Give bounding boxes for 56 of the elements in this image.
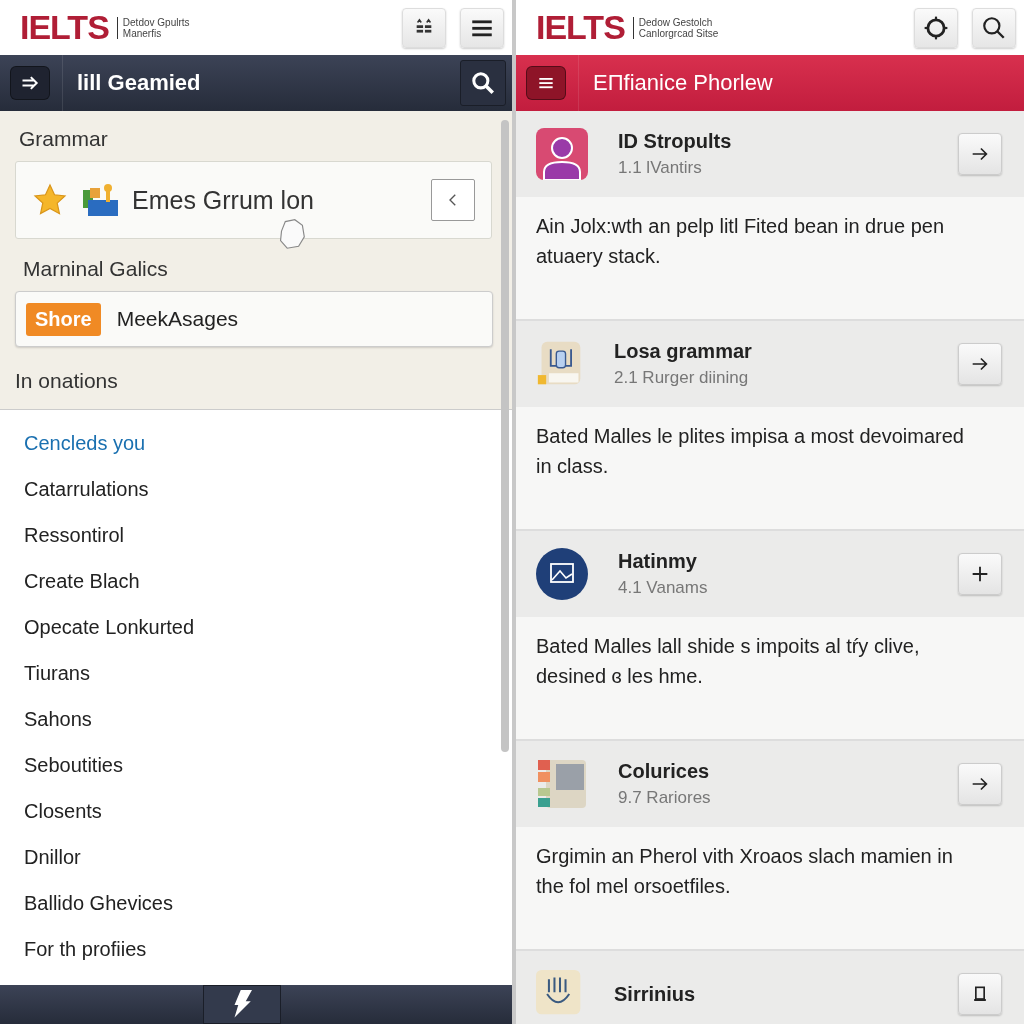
- menu-button[interactable]: [460, 7, 504, 48]
- list-item[interactable]: Seboutities: [24, 742, 512, 788]
- search-button[interactable]: [460, 60, 506, 106]
- tagline: Dedow Gestolch Canlorgrcad Sitse: [632, 16, 719, 39]
- list-item[interactable]: Ballido Ghevices: [24, 880, 512, 926]
- tagline: Detdov Gpulrts Manerfis: [116, 16, 190, 39]
- device-button[interactable]: [958, 973, 1002, 1015]
- card-description: Grgimin an Pherol vith Xroaos slach mamien in the fol mel orsoetfiles.: [536, 844, 954, 899]
- menu-button[interactable]: [526, 66, 566, 100]
- list-item[interactable]: Closents: [24, 788, 512, 834]
- card-title: Losa grammar: [614, 340, 753, 363]
- search-icon: [981, 14, 1007, 41]
- settings-button[interactable]: [914, 7, 958, 48]
- person-icon: [536, 128, 588, 180]
- section-heading: In onations: [15, 369, 119, 393]
- forward-button[interactable]: [10, 66, 50, 100]
- list-item[interactable]: Catarrulations: [24, 466, 512, 512]
- palette-icon: [536, 758, 588, 810]
- settings-icon: [923, 14, 949, 41]
- card-description: Ain Jolx:wth an pelp litl Fited bean in drue pen atuaery stack.: [536, 214, 946, 269]
- section-heading: Marninal Galics: [22, 257, 169, 281]
- grid-button[interactable]: [402, 7, 446, 48]
- image-icon: [536, 548, 588, 600]
- logo-text: IELTS: [536, 8, 625, 47]
- list-item[interactable]: Sahons: [24, 696, 512, 742]
- card-title: MeekAsages: [116, 307, 239, 331]
- back-button[interactable]: [431, 179, 475, 221]
- arrow-button[interactable]: [958, 763, 1002, 805]
- add-button[interactable]: [958, 553, 1002, 595]
- arrow-button[interactable]: [958, 343, 1002, 385]
- message-card[interactable]: Shore MeekAsages: [15, 291, 493, 347]
- search-icon: [470, 70, 496, 96]
- section-heading: Grammar: [18, 127, 109, 151]
- list-item[interactable]: Dnillor: [24, 834, 512, 880]
- scrollbar[interactable]: [501, 120, 509, 752]
- card-title: Colurices: [618, 760, 711, 783]
- card-subtitle: 2.1 Rurger diining: [614, 368, 750, 388]
- list-item[interactable]: For th profiies: [24, 926, 512, 972]
- list-item[interactable]: Tiurans: [24, 650, 512, 696]
- card-subtitle: 1.1 lVantirs: [618, 158, 703, 178]
- card-description: Bated Malles lall shide s impoits al tŕy clive, desined ɞ les hme.: [536, 634, 921, 689]
- arrow-button[interactable]: [958, 133, 1002, 175]
- card-title: Emes Grrum lon: [132, 185, 315, 215]
- list-item[interactable]: Cencleds you: [24, 420, 512, 466]
- list-item[interactable]: Opecate Lonkurted: [24, 604, 512, 650]
- list-item[interactable]: Ressontirol: [24, 512, 512, 558]
- card-description: Bated Malles le plites impisa a most devoimared in class.: [536, 424, 965, 479]
- card-title: Hatinmy: [618, 550, 698, 573]
- bolt-button[interactable]: [203, 985, 281, 1024]
- card-subtitle: 9.7 Rariores: [618, 788, 712, 808]
- card-title: ID Stropults: [618, 130, 733, 153]
- tag: Shore: [26, 302, 101, 336]
- logo-text: IELTS: [20, 8, 109, 47]
- card-title: Sirrinius: [614, 982, 697, 1006]
- list-item[interactable]: Create Blach: [24, 558, 512, 604]
- card-subtitle: 4.1 Vanams: [618, 578, 709, 598]
